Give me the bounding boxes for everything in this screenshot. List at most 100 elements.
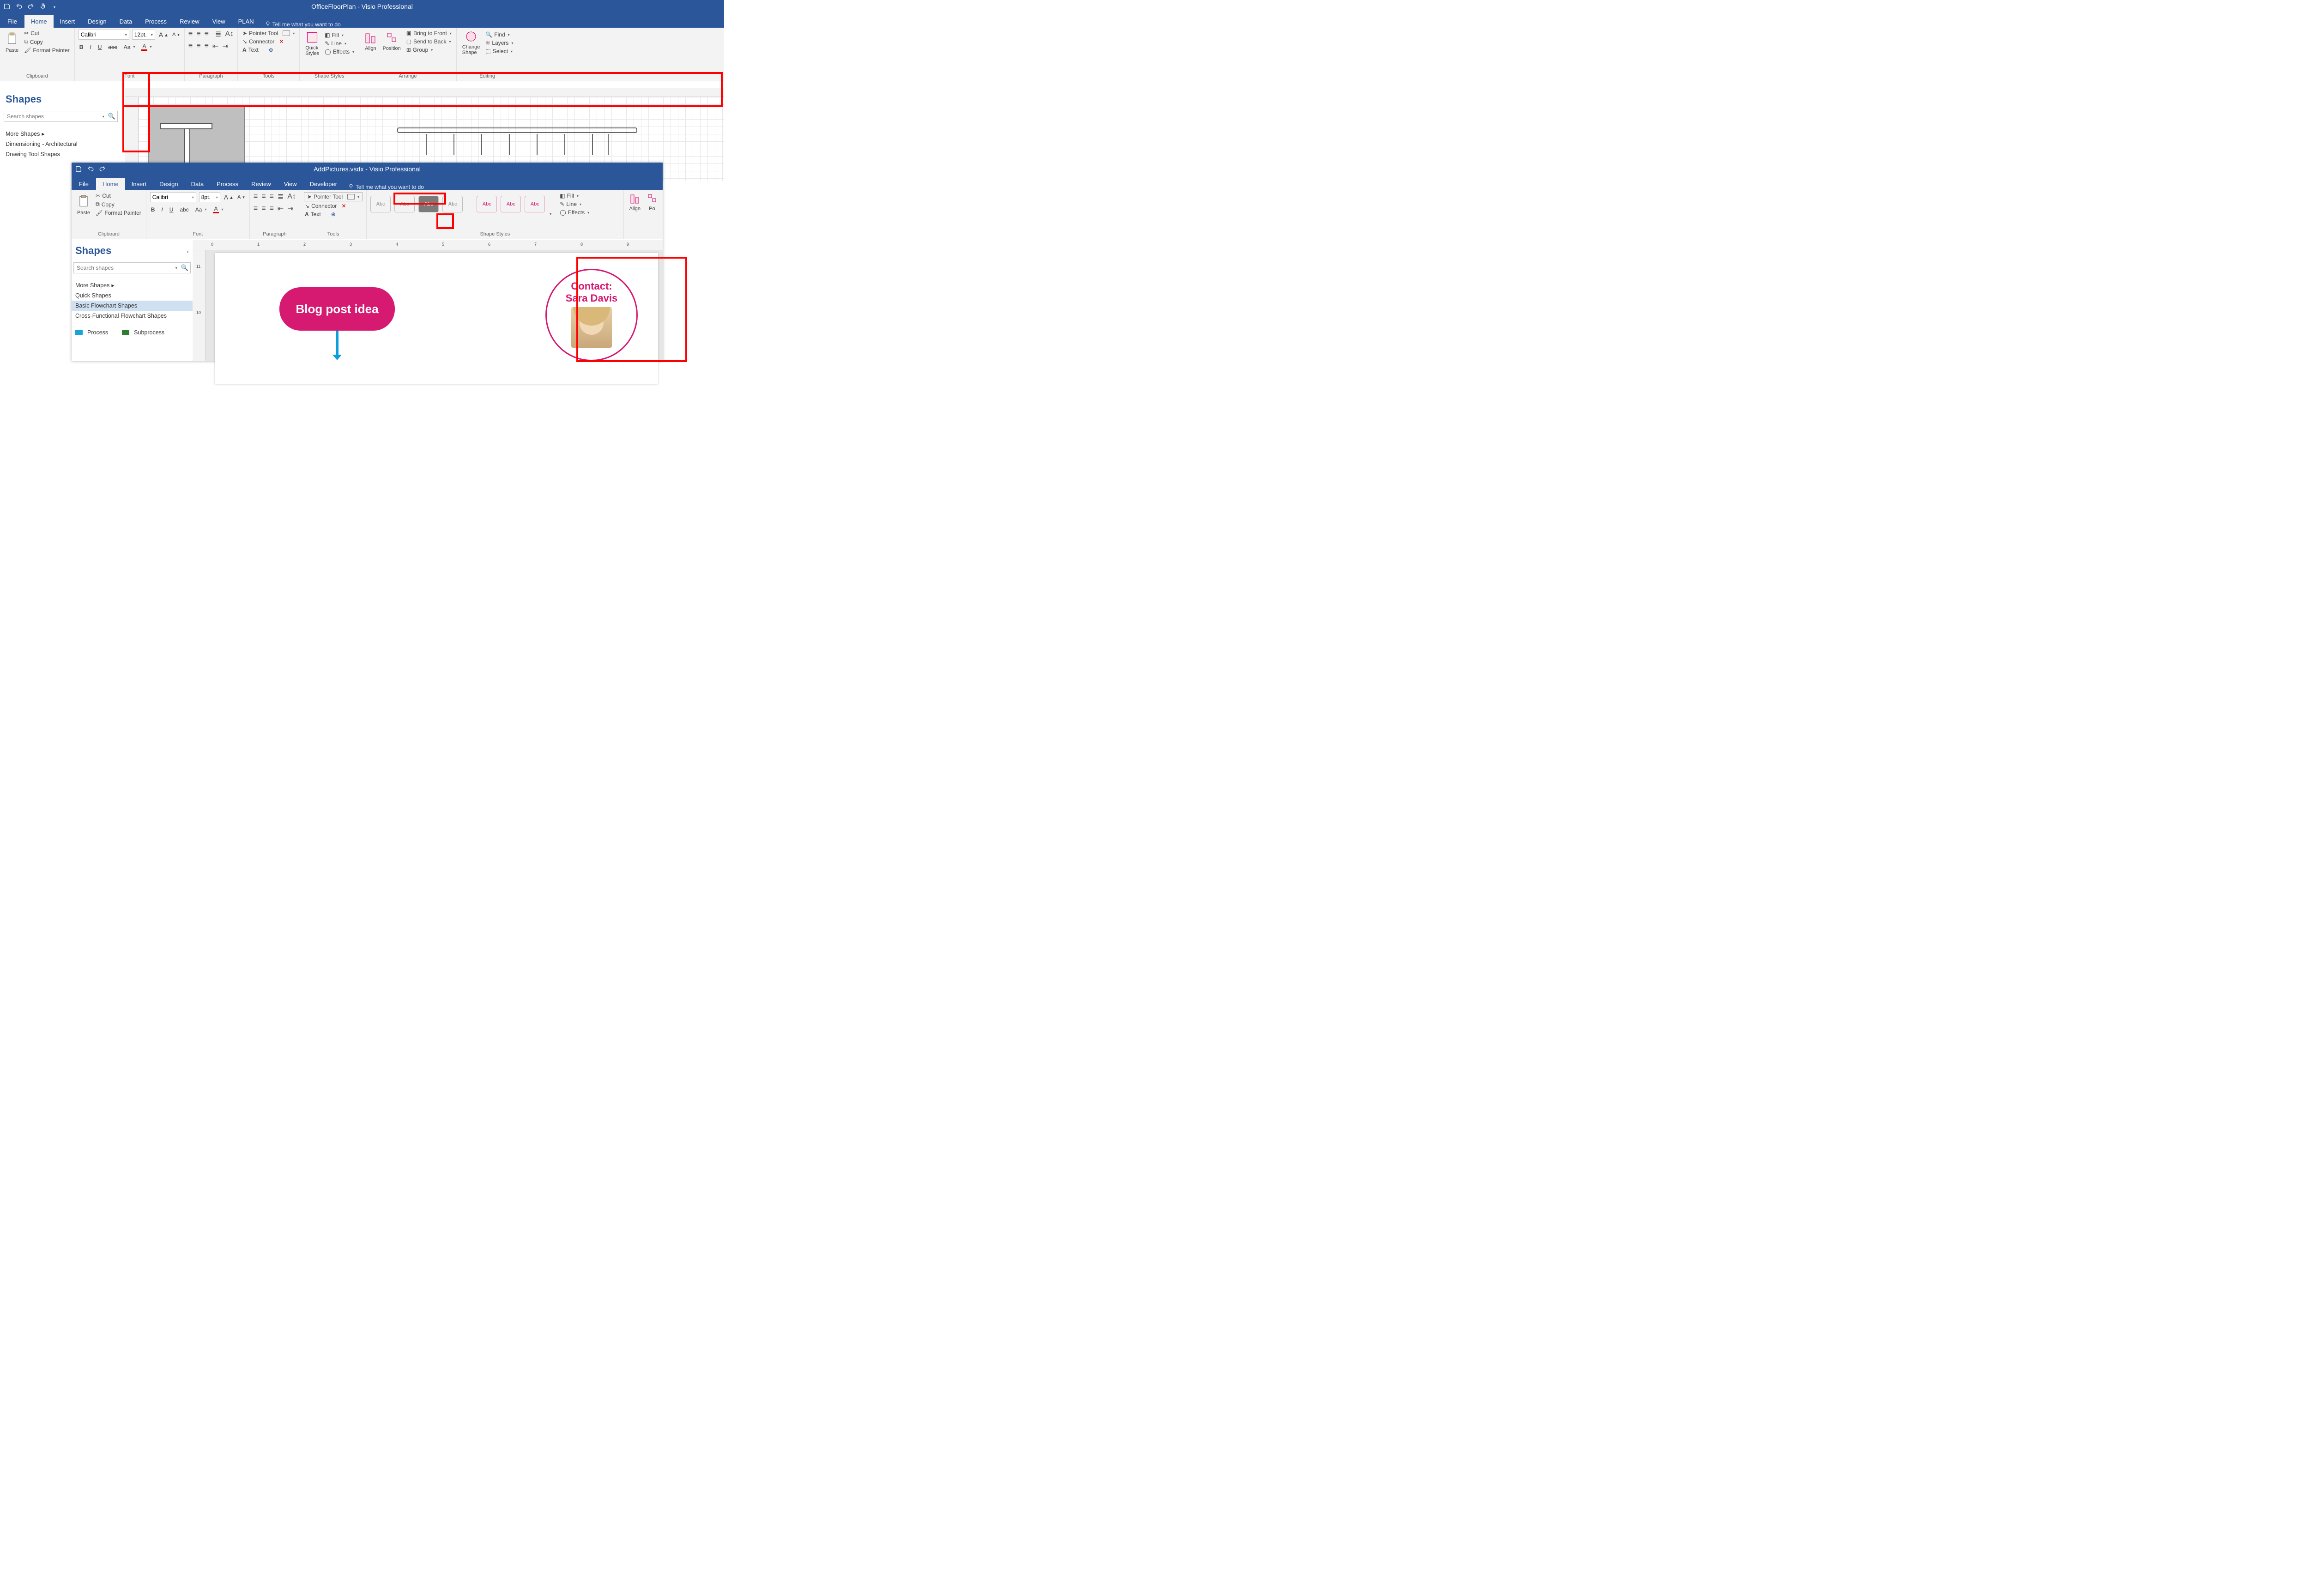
fill-button[interactable]: ◧Fill▾ — [559, 192, 590, 200]
more-shapes-item[interactable]: More Shapes ▸ — [72, 280, 193, 290]
align-top-icon[interactable]: ≡ — [254, 193, 258, 201]
increase-indent-icon[interactable]: ⇥ — [287, 204, 293, 213]
tab-insert[interactable]: Insert — [125, 178, 153, 190]
tab-insert[interactable]: Insert — [54, 15, 82, 28]
format-painter-button[interactable]: 🖌Format Painter — [95, 209, 142, 217]
drawing-page[interactable]: Blog post idea Contact: Sara Davis — [215, 253, 658, 384]
tell-me-box[interactable]: Tell me what you want to do — [344, 183, 424, 190]
delete-x-icon[interactable]: ✕ — [341, 203, 346, 209]
stencil-cross-functional[interactable]: Cross-Functional Flowchart Shapes — [72, 311, 193, 321]
font-color-button[interactable]: A▾ — [212, 205, 224, 214]
group-button[interactable]: ⊞Group▾ — [405, 46, 453, 54]
connection-point-icon[interactable]: ⊕ — [269, 47, 273, 53]
shrink-font-button[interactable]: A▾ — [171, 31, 181, 38]
rectangle-icon[interactable] — [283, 30, 290, 36]
stencil-dimensioning[interactable]: Dimensioning - Architectural — [2, 139, 120, 149]
text-button[interactable]: AText ⊕ — [304, 211, 363, 218]
align-button[interactable]: Align — [628, 192, 642, 212]
tab-home[interactable]: Home — [96, 178, 125, 190]
italic-button[interactable]: I — [89, 43, 92, 51]
send-to-back-button[interactable]: ▢Send to Back▾ — [405, 38, 453, 45]
quick-styles-button[interactable]: Quick Styles — [303, 30, 321, 57]
position-button[interactable]: Position — [381, 31, 403, 52]
layers-button[interactable]: ≋Layers▾ — [484, 39, 514, 47]
find-button[interactable]: 🔍Find▾ — [484, 31, 514, 38]
cut-button[interactable]: ✂Cut — [23, 30, 71, 37]
shape-process[interactable]: Process Subprocess — [72, 327, 193, 338]
paste-button[interactable]: Paste — [75, 193, 92, 217]
style-swatch-7[interactable]: Abc — [525, 196, 545, 212]
stencil-drawing-tool-shapes[interactable]: Drawing Tool Shapes — [2, 149, 120, 159]
paste-button[interactable]: Paste — [4, 30, 20, 54]
tab-file[interactable]: File — [72, 178, 96, 190]
tab-developer[interactable]: Developer — [303, 178, 344, 190]
connection-point-icon[interactable]: ⊕ — [331, 211, 336, 218]
align-right-icon[interactable]: ≡ — [270, 205, 274, 213]
bold-button[interactable]: B — [79, 43, 85, 51]
font-color-button[interactable]: A▾ — [140, 42, 152, 51]
bold-button[interactable]: B — [150, 206, 156, 213]
align-button[interactable]: Align — [363, 31, 378, 52]
change-case-button[interactable]: Aa▾ — [194, 206, 208, 213]
select-button[interactable]: ⬚Select▾ — [484, 48, 514, 55]
tab-review[interactable]: Review — [245, 178, 278, 190]
effects-button[interactable]: ◯Effects▾ — [324, 48, 355, 55]
decrease-indent-icon[interactable]: ⇤ — [212, 42, 218, 51]
tab-file[interactable]: File — [0, 15, 24, 28]
underline-button[interactable]: U — [97, 43, 103, 51]
align-bottom-icon[interactable]: ≡ — [270, 193, 274, 201]
contact-picture-shape[interactable]: Contact: Sara Davis — [545, 269, 638, 361]
increase-indent-icon[interactable]: ⇥ — [222, 42, 228, 51]
format-painter-button[interactable]: 🖌Format Painter — [23, 47, 71, 54]
position-button[interactable]: Po — [645, 192, 659, 212]
rectangle-icon[interactable] — [347, 194, 355, 200]
text-button[interactable]: AText ⊕ — [242, 46, 296, 54]
italic-button[interactable]: I — [160, 206, 163, 213]
connector-arrow-shape[interactable] — [336, 331, 338, 358]
pointer-tool-button[interactable]: ➤Pointer Tool ▾ — [304, 192, 363, 201]
font-name-combo[interactable]: Calibri▾ — [150, 192, 196, 202]
change-shape-button[interactable]: Change Shape — [460, 30, 482, 56]
style-swatch-5[interactable]: Abc — [477, 196, 497, 212]
align-center-icon[interactable]: ≡ — [196, 42, 200, 50]
underline-button[interactable]: U — [169, 206, 175, 213]
delete-x-icon[interactable]: ✕ — [279, 38, 284, 45]
shapes-search-input[interactable] — [74, 265, 174, 271]
effects-button[interactable]: ◯Effects▾ — [559, 209, 590, 216]
tab-data[interactable]: Data — [185, 178, 210, 190]
bullets-icon[interactable]: ≣ — [215, 30, 221, 39]
grow-font-button[interactable]: A▴ — [158, 30, 169, 39]
align-middle-icon[interactable]: ≡ — [261, 193, 266, 201]
more-shapes-item[interactable]: More Shapes ▸ — [2, 128, 120, 139]
tab-process[interactable]: Process — [210, 178, 245, 190]
decrease-indent-icon[interactable]: ⇤ — [278, 204, 284, 213]
line-button[interactable]: ✎Line▾ — [559, 200, 590, 208]
align-left-icon[interactable]: ≡ — [254, 205, 258, 213]
stencil-basic-flowchart[interactable]: Basic Flowchart Shapes — [72, 301, 193, 311]
align-bottom-icon[interactable]: ≡ — [205, 30, 209, 38]
font-name-combo[interactable]: Calibri▾ — [79, 30, 129, 40]
tab-view[interactable]: View — [206, 15, 232, 28]
font-size-combo[interactable]: 12pt.▾ — [132, 30, 155, 40]
strike-button[interactable]: abc — [107, 43, 118, 51]
copy-button[interactable]: ⧉Copy — [23, 38, 71, 46]
search-icon[interactable]: 🔍 — [179, 264, 190, 272]
tab-home[interactable]: Home — [24, 15, 54, 28]
search-icon[interactable]: 🔍 — [106, 113, 117, 120]
tab-view[interactable]: View — [278, 178, 303, 190]
style-swatch-3[interactable]: Abc — [418, 196, 439, 212]
shapes-search[interactable]: ▾ 🔍 — [73, 262, 191, 273]
grow-font-button[interactable]: A▴ — [223, 193, 234, 201]
style-swatch-4[interactable]: Abc — [442, 196, 463, 212]
strike-button[interactable]: abc — [179, 206, 189, 213]
blog-post-idea-shape[interactable]: Blog post idea — [279, 287, 395, 331]
fill-button[interactable]: ◧Fill▾ — [324, 31, 355, 39]
connector-button[interactable]: ↘Connector ✕ — [242, 38, 296, 45]
tab-design[interactable]: Design — [81, 15, 113, 28]
cut-button[interactable]: ✂Cut — [95, 192, 142, 200]
tab-review[interactable]: Review — [173, 15, 206, 28]
style-swatch-1[interactable]: Abc — [370, 196, 391, 212]
floorplan-bench-shape[interactable] — [397, 127, 637, 133]
tell-me-box[interactable]: Tell me what you want to do — [260, 21, 341, 28]
align-center-icon[interactable]: ≡ — [261, 205, 266, 213]
